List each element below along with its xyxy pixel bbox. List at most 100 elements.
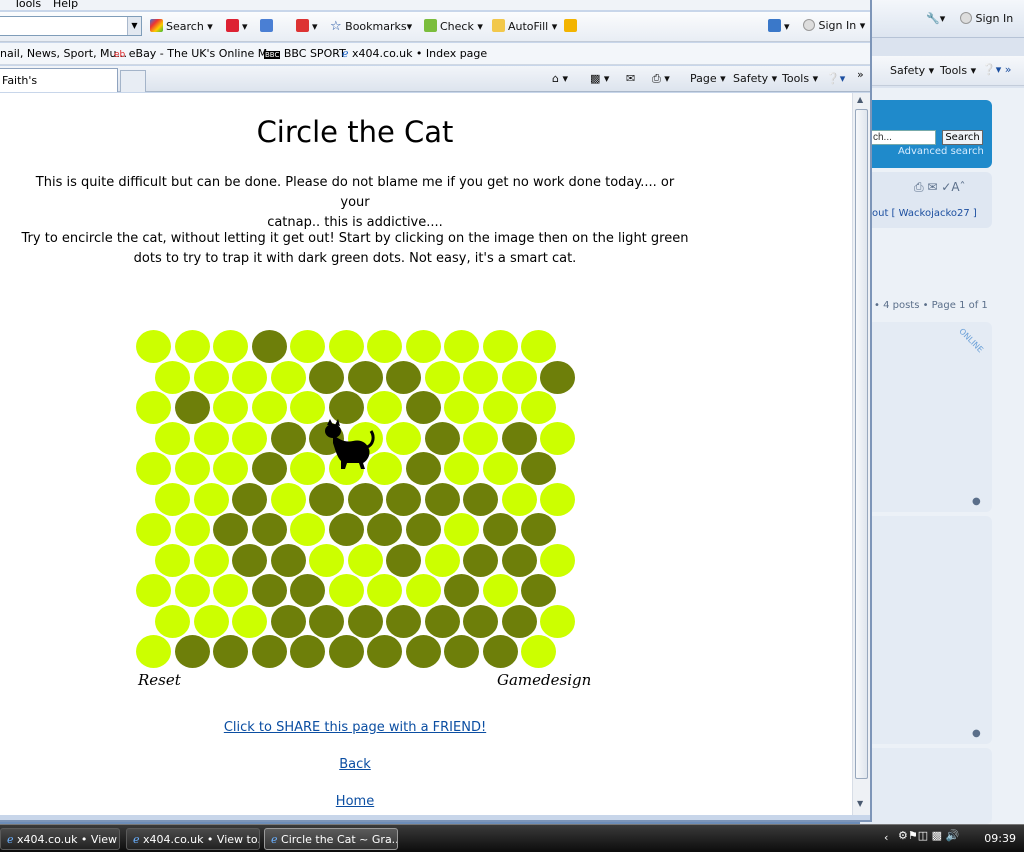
dot-open[interactable] [309,543,345,577]
tab-active[interactable]: Faith's [0,68,118,92]
dot-blocked[interactable] [463,604,499,638]
dot-blocked[interactable] [501,604,537,638]
favorite-link-0[interactable]: nail, News, Sport, Mu... [0,47,127,60]
dot-blocked[interactable] [270,604,306,638]
dot-blocked[interactable] [386,604,422,638]
dot-open[interactable] [174,330,210,363]
dot-open[interactable] [540,543,576,577]
dot-open[interactable] [424,360,460,394]
dot-blocked[interactable] [386,543,422,577]
dot-open[interactable] [155,421,191,455]
scroll-up-icon[interactable]: ▲ [857,95,863,104]
search-button[interactable]: Search ▾ [150,19,213,33]
dot-open[interactable] [136,574,171,607]
background-tools-menu[interactable]: Tools ▾ [940,64,976,77]
safety-menu[interactable]: Safety ▾ [733,72,777,85]
dot-open[interactable] [482,574,518,607]
dot-open[interactable] [213,391,248,424]
help-icon[interactable]: ❔▾ [826,72,845,85]
dot-open[interactable] [290,452,325,485]
up-arrow-icon[interactable]: ● [972,728,981,739]
dot-blocked[interactable] [367,513,402,546]
bookmarks-button[interactable]: ☆ Bookmarks▾ [330,19,412,34]
reset-link[interactable]: Reset [138,671,181,689]
dot-blocked[interactable] [347,482,383,516]
dot-open[interactable] [444,452,479,485]
dot-blocked[interactable] [405,452,441,485]
taskbar-item-1[interactable]: ℯ x404.co.uk • View to... [126,828,260,850]
dot-open[interactable] [155,482,191,516]
dot-blocked[interactable] [424,604,460,638]
vertical-scrollbar[interactable]: ▲ ▼ [852,93,870,815]
dot-open[interactable] [270,360,306,394]
feeds-icon[interactable]: ▩ ▾ [590,72,609,85]
dot-blocked[interactable] [405,391,441,424]
dot-blocked[interactable] [347,604,383,638]
tray-expand-icon[interactable]: ‹ [884,831,888,844]
background-sign-in[interactable]: Sign In [960,12,1013,25]
dot-open[interactable] [213,452,248,485]
taskbar-item-0[interactable]: ℯ x404.co.uk • View to... [0,828,120,850]
dot-blocked[interactable] [347,360,383,394]
wrench-icon[interactable]: 🔧▾ [926,12,945,25]
dot-blocked[interactable] [290,574,325,607]
dot-blocked[interactable] [213,635,248,668]
dot-open[interactable] [444,513,479,546]
dot-blocked[interactable] [521,452,556,485]
dot-blocked[interactable] [251,574,287,607]
print-icon[interactable]: ⎙ ✉ ✓Aˆ [914,180,966,195]
dot-blocked[interactable] [463,543,499,577]
dot-open[interactable] [193,421,229,455]
dot-blocked[interactable] [290,635,325,668]
dot-blocked[interactable] [174,391,210,424]
address-bar[interactable]: ▼ [0,16,142,36]
dot-blocked[interactable] [424,482,460,516]
dot-blocked[interactable] [444,635,479,668]
dot-open[interactable] [174,574,210,607]
dot-open[interactable] [540,604,576,638]
dot-blocked[interactable] [482,513,518,546]
wrench-icon[interactable]: ▾ [768,19,790,33]
dot-open[interactable] [136,330,171,363]
dot-blocked[interactable] [328,635,364,668]
dot-open[interactable] [540,421,576,455]
background-safety-menu[interactable]: Safety ▾ [890,64,934,77]
favorite-link-1[interactable]: eb eBay - The UK's Online M... [114,47,278,60]
dot-blocked[interactable] [482,635,518,668]
dot-blocked[interactable] [309,482,345,516]
dot-open[interactable] [367,574,402,607]
dot-open[interactable] [444,391,479,424]
dot-blocked[interactable] [521,513,556,546]
dot-open[interactable] [213,574,248,607]
advanced-search-link[interactable]: Advanced search [898,146,984,157]
new-tab-button[interactable] [120,70,146,92]
more-chevron-icon[interactable]: » [857,68,864,81]
dot-open[interactable] [521,391,556,424]
dot-open[interactable] [193,543,229,577]
scroll-thumb[interactable] [855,109,868,779]
dot-open[interactable] [328,574,364,607]
dot-open[interactable] [463,360,499,394]
dot-blocked[interactable] [232,482,268,516]
dot-blocked[interactable] [270,421,306,455]
dot-open[interactable] [463,421,499,455]
dot-open[interactable] [521,635,556,668]
dot-open[interactable] [136,452,171,485]
home-icon[interactable]: ⌂ ▾ [552,72,568,85]
pencil-icon[interactable] [564,19,580,33]
dot-blocked[interactable] [501,421,537,455]
dot-open[interactable] [155,604,191,638]
print-icon[interactable]: ⎙ ▾ [652,72,670,86]
dot-open[interactable] [482,452,518,485]
scroll-down-icon[interactable]: ▼ [857,799,863,808]
puzzle-icon[interactable] [260,19,276,33]
dot-blocked[interactable] [463,482,499,516]
dot-blocked[interactable] [251,452,287,485]
dot-open[interactable] [405,574,441,607]
dot-blocked[interactable] [501,543,537,577]
dot-blocked[interactable] [174,635,210,668]
dot-blocked[interactable] [251,635,287,668]
favorite-link-2[interactable]: BBC BBC SPORT [264,47,346,60]
post-author[interactable]: out [ Wackojacko27 ] [872,208,977,219]
read-mail-icon[interactable]: ✉ [626,72,635,85]
